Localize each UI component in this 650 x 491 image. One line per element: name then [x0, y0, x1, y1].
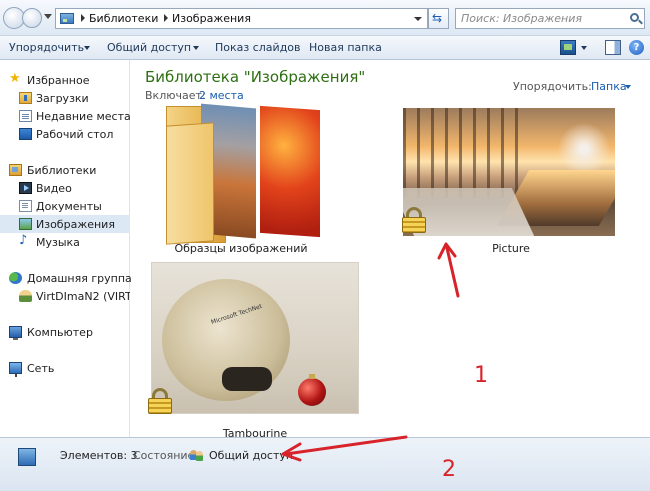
search-icon[interactable]: [630, 13, 639, 22]
desktop-icon: [19, 128, 32, 140]
image-thumbnail-picture[interactable]: [403, 108, 615, 236]
breadcrumb-libraries[interactable]: Библиотеки: [89, 12, 158, 25]
breadcrumb-pictures[interactable]: Изображения: [172, 12, 251, 25]
lock-icon: [147, 388, 173, 414]
folder-front-flap: [166, 122, 214, 245]
nav-documents-label: Документы: [36, 200, 102, 213]
shared-users-icon: [190, 450, 204, 461]
drum-stand: [222, 367, 272, 391]
star-icon: ★: [9, 71, 21, 86]
breadcrumb-separator-icon[interactable]: [81, 14, 85, 22]
music-icon: ♪: [19, 233, 28, 248]
nav-favorites[interactable]: ★ Избранное: [0, 71, 130, 89]
libraries-icon: [60, 13, 74, 24]
items-count: Элементов: 3: [60, 449, 138, 462]
nav-network-label: Сеть: [27, 362, 55, 375]
refresh-button[interactable]: ⇆: [428, 8, 449, 29]
search-box[interactable]: [455, 8, 645, 29]
library-title: Библиотека "Изображения": [145, 68, 366, 86]
folder-preview-chrysanthemum: [260, 105, 320, 238]
views-dropdown-icon[interactable]: [581, 46, 587, 50]
includes-locations-link[interactable]: 2 места: [199, 89, 244, 102]
nav-homegroup-user-label: VirtDImaN2 (VIRTDIM: [36, 290, 130, 303]
nav-recent-places[interactable]: Недавние места: [0, 107, 131, 125]
help-icon[interactable]: ?: [629, 40, 644, 55]
arrange-by-button[interactable]: Папка: [591, 80, 627, 93]
nav-recent-places-label: Недавние места: [36, 110, 131, 123]
homegroup-icon: [9, 272, 22, 284]
annotation-number-one: 1: [474, 363, 488, 388]
forward-button[interactable]: [22, 8, 42, 28]
share-dropdown-icon[interactable]: [193, 46, 199, 50]
nav-homegroup-label: Домашняя группа: [27, 272, 132, 285]
nav-videos[interactable]: Видео: [0, 179, 130, 197]
nav-videos-label: Видео: [36, 182, 72, 195]
includes-label: Включает:: [145, 89, 206, 102]
breadcrumb-separator-icon[interactable]: [164, 14, 168, 22]
library-thumbnail-icon: [18, 448, 36, 466]
pictures-icon: [19, 218, 32, 230]
picture-caption[interactable]: Picture: [461, 242, 561, 255]
video-icon: [19, 182, 32, 194]
documents-icon: [19, 200, 32, 212]
nav-homegroup[interactable]: Домашняя группа: [0, 269, 132, 287]
nav-downloads-label: Загрузки: [36, 92, 89, 105]
network-icon: [9, 362, 22, 377]
nav-favorites-label: Избранное: [27, 74, 90, 87]
image-thumbnail-tambourine[interactable]: Microsoft TechNet: [151, 262, 359, 414]
downloads-folder-icon: [19, 92, 32, 104]
christmas-ornament: [298, 374, 326, 406]
nav-computer-label: Компьютер: [27, 326, 93, 339]
state-label: Состояние:: [133, 449, 199, 462]
refresh-icon: ⇆: [432, 11, 443, 25]
recent-pages-dropdown[interactable]: [44, 14, 52, 19]
content-area: Библиотека "Изображения" Включает: 2 мес…: [131, 60, 650, 437]
nav-pictures[interactable]: Изображения: [0, 215, 130, 233]
address-dropdown-icon[interactable]: [414, 17, 422, 21]
user-icon: [19, 290, 32, 302]
lock-icon: [401, 207, 427, 233]
nav-documents[interactable]: Документы: [0, 197, 130, 215]
folder-caption[interactable]: Образцы изображений: [171, 242, 311, 255]
nav-desktop-label: Рабочий стол: [36, 128, 114, 141]
nav-libraries[interactable]: Библиотеки: [0, 161, 130, 179]
address-row: Библиотеки Изображения ⇆: [0, 0, 650, 36]
nav-music-label: Музыка: [36, 236, 80, 249]
nav-libraries-label: Библиотеки: [27, 164, 97, 177]
address-box[interactable]: Библиотеки Изображения: [55, 8, 428, 29]
nav-network[interactable]: Сеть: [0, 359, 130, 377]
new-folder-button[interactable]: Новая папка: [309, 41, 382, 54]
organize-button[interactable]: Упорядочить: [9, 41, 84, 54]
arrange-by-label: Упорядочить:: [513, 80, 592, 93]
nav-music[interactable]: ♪ Музыка: [0, 233, 130, 251]
change-view-icon[interactable]: [560, 40, 576, 55]
share-button[interactable]: Общий доступ: [107, 41, 191, 54]
annotation-number-two: 2: [442, 457, 456, 482]
slideshow-button[interactable]: Показ слайдов: [215, 41, 301, 54]
picture-trees: [403, 108, 523, 198]
libraries-icon: [9, 164, 22, 176]
nav-homegroup-user[interactable]: VirtDImaN2 (VIRTDIM: [0, 287, 130, 305]
picture-far-trees: [553, 118, 615, 170]
nav-downloads[interactable]: Загрузки: [0, 89, 130, 107]
nav-computer[interactable]: Компьютер: [0, 323, 130, 341]
annotation-arrow-one: [437, 242, 460, 298]
arrange-dropdown-icon[interactable]: [625, 85, 631, 89]
organize-dropdown-icon[interactable]: [84, 46, 90, 50]
nav-pictures-label: Изображения: [36, 218, 115, 231]
computer-icon: [9, 326, 22, 340]
nav-desktop[interactable]: Рабочий стол: [0, 125, 130, 143]
navigation-pane: ★ Избранное Загрузки Недавние места Рабо…: [0, 60, 132, 437]
annotation-arrow-two: [281, 435, 408, 462]
recent-places-icon: [19, 110, 32, 122]
command-bar: Упорядочить Общий доступ Показ слайдов Н…: [0, 36, 650, 60]
search-input[interactable]: [461, 11, 621, 26]
preview-pane-icon[interactable]: [605, 40, 621, 55]
